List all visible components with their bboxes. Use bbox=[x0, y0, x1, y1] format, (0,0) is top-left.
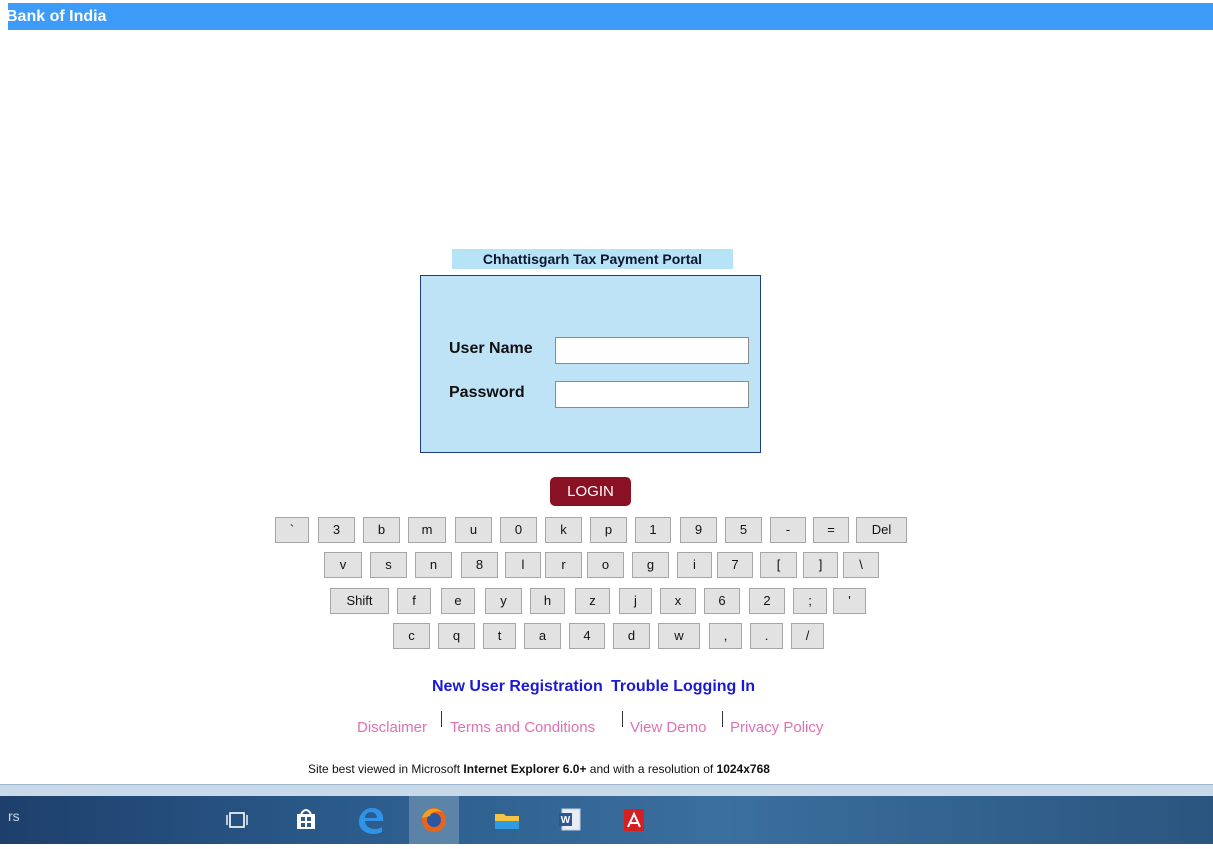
browser-recommendation: Site best viewed in Microsoft Internet E… bbox=[308, 762, 770, 776]
key[interactable]: 6 bbox=[704, 588, 740, 614]
key[interactable]: 4 bbox=[569, 623, 605, 649]
svg-text:W: W bbox=[561, 815, 571, 826]
key[interactable]: x bbox=[660, 588, 696, 614]
key[interactable]: u bbox=[455, 517, 492, 543]
key[interactable]: t bbox=[483, 623, 516, 649]
key[interactable]: 2 bbox=[749, 588, 785, 614]
trouble-logging-in-link[interactable]: Trouble Logging In bbox=[611, 678, 755, 696]
acrobat-icon[interactable] bbox=[610, 796, 660, 844]
key[interactable]: / bbox=[791, 623, 824, 649]
key[interactable]: 5 bbox=[725, 517, 762, 543]
key-shift[interactable]: Shift bbox=[330, 588, 389, 614]
login-button[interactable]: LOGIN bbox=[550, 477, 631, 506]
window-scrollbar-strip bbox=[0, 784, 1213, 796]
key[interactable]: m bbox=[408, 517, 446, 543]
password-input[interactable] bbox=[555, 381, 749, 408]
key[interactable]: = bbox=[813, 517, 849, 543]
key[interactable]: e bbox=[441, 588, 475, 614]
key[interactable]: b bbox=[363, 517, 400, 543]
header-bar: Bank of India bbox=[6, 3, 1213, 30]
key[interactable]: ] bbox=[803, 552, 838, 578]
separator bbox=[722, 711, 723, 727]
key[interactable]: r bbox=[545, 552, 582, 578]
key[interactable]: a bbox=[524, 623, 561, 649]
username-label: User Name bbox=[449, 340, 533, 357]
key[interactable]: c bbox=[393, 623, 430, 649]
key[interactable]: 3 bbox=[318, 517, 355, 543]
key[interactable]: k bbox=[545, 517, 582, 543]
privacy-policy-link[interactable]: Privacy Policy bbox=[730, 719, 823, 736]
terms-link[interactable]: Terms and Conditions bbox=[450, 719, 595, 736]
key[interactable]: q bbox=[438, 623, 475, 649]
key[interactable]: 8 bbox=[461, 552, 498, 578]
separator bbox=[622, 711, 623, 727]
key[interactable]: w bbox=[658, 623, 700, 649]
file-explorer-icon[interactable] bbox=[482, 796, 532, 844]
disclaimer-link[interactable]: Disclaimer bbox=[357, 719, 427, 736]
key[interactable]: z bbox=[575, 588, 610, 614]
key[interactable]: i bbox=[677, 552, 712, 578]
separator bbox=[441, 711, 442, 727]
key[interactable]: 1 bbox=[635, 517, 671, 543]
task-view-icon[interactable] bbox=[212, 796, 262, 844]
key[interactable]: y bbox=[485, 588, 522, 614]
key[interactable]: 0 bbox=[500, 517, 537, 543]
word-icon[interactable]: W bbox=[546, 796, 596, 844]
key[interactable]: ` bbox=[275, 517, 309, 543]
key[interactable]: h bbox=[530, 588, 565, 614]
bank-title: Bank of India bbox=[6, 8, 107, 25]
key[interactable]: , bbox=[709, 623, 742, 649]
new-user-registration-link[interactable]: New User Registration bbox=[432, 678, 603, 696]
key[interactable]: n bbox=[415, 552, 452, 578]
key[interactable]: ' bbox=[833, 588, 866, 614]
username-input[interactable] bbox=[555, 337, 749, 364]
view-demo-link[interactable]: View Demo bbox=[630, 719, 706, 736]
firefox-icon[interactable] bbox=[409, 796, 459, 844]
key[interactable]: Del bbox=[856, 517, 907, 543]
edge-icon[interactable] bbox=[345, 796, 395, 844]
key[interactable]: g bbox=[632, 552, 669, 578]
store-icon[interactable] bbox=[281, 796, 331, 844]
key[interactable]: j bbox=[619, 588, 652, 614]
key[interactable]: - bbox=[770, 517, 806, 543]
key[interactable]: p bbox=[590, 517, 627, 543]
key[interactable]: 9 bbox=[680, 517, 717, 543]
key[interactable]: . bbox=[750, 623, 783, 649]
key[interactable]: l bbox=[505, 552, 541, 578]
taskbar: rs W bbox=[0, 796, 1213, 844]
key[interactable]: s bbox=[370, 552, 407, 578]
taskbar-search-hint: rs bbox=[8, 808, 20, 824]
key[interactable]: \ bbox=[843, 552, 879, 578]
password-label: Password bbox=[449, 384, 525, 401]
key[interactable]: [ bbox=[760, 552, 797, 578]
key[interactable]: ; bbox=[793, 588, 827, 614]
key[interactable]: v bbox=[324, 552, 362, 578]
key[interactable]: d bbox=[613, 623, 650, 649]
key[interactable]: o bbox=[587, 552, 624, 578]
key[interactable]: 7 bbox=[717, 552, 753, 578]
login-panel: User Name Password bbox=[420, 275, 761, 453]
portal-title: Chhattisgarh Tax Payment Portal bbox=[452, 249, 733, 269]
key[interactable]: f bbox=[397, 588, 431, 614]
